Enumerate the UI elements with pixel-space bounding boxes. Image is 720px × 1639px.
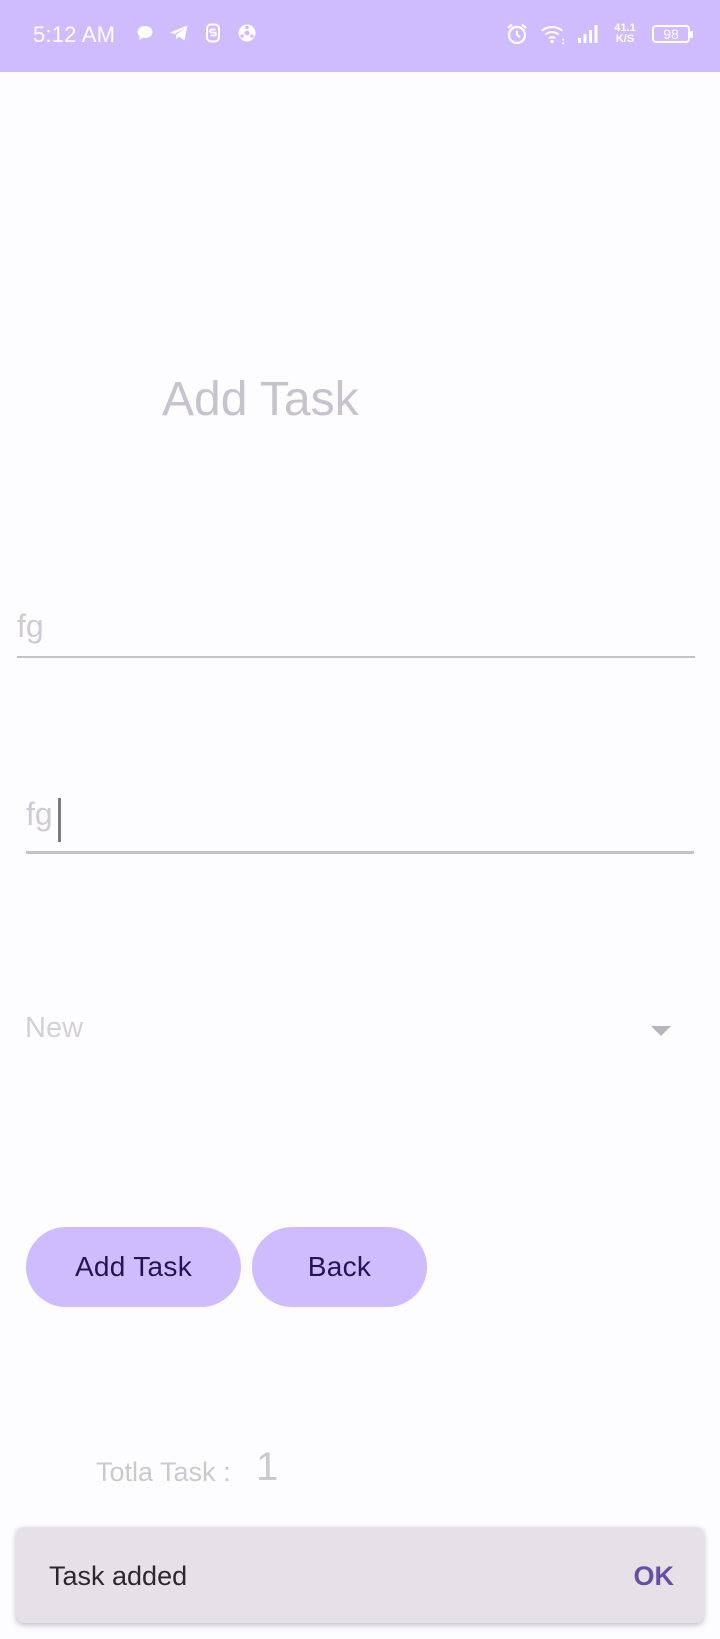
telegram-icon [168, 22, 190, 44]
back-button[interactable]: Back [252, 1227, 427, 1307]
notification-icons [134, 22, 258, 44]
task-name-field[interactable] [17, 608, 695, 658]
task-description-field[interactable] [26, 796, 694, 854]
status-bar: 5:12 AM 41.1 K/S 98 [0, 0, 720, 72]
chat-icon [134, 22, 156, 44]
total-task-label: Totla Task : [96, 1457, 231, 1487]
status-dropdown-value: New [25, 1012, 84, 1044]
network-speed: 41.1 K/S [612, 23, 638, 45]
add-task-button[interactable]: Add Task [26, 1227, 241, 1307]
snackbar-message: Task added [49, 1561, 188, 1591]
snackbar-ok-button[interactable]: OK [634, 1561, 675, 1592]
system-icons: 41.1 K/S 98 [504, 20, 693, 48]
signal-icon [576, 20, 602, 48]
text-cursor [58, 798, 61, 842]
total-task-count: 1 [256, 1445, 279, 1489]
status-dropdown[interactable]: New [25, 1006, 675, 1050]
caret-down-icon[interactable] [651, 1026, 671, 1036]
status-time: 5:12 AM [33, 22, 116, 47]
snackbar: Task added OK [16, 1527, 704, 1623]
network-speed-unit: K/S [615, 33, 635, 45]
battery-level: 98 [663, 26, 679, 42]
battery-icon: 98 [652, 25, 693, 43]
vpn-icon [236, 22, 258, 44]
task-description-input[interactable] [26, 796, 694, 833]
page-title: Add Task [162, 373, 359, 426]
alarm-icon [504, 20, 530, 48]
wifi-icon [540, 20, 566, 48]
sync-icon [202, 22, 224, 44]
task-name-input[interactable] [17, 608, 695, 645]
